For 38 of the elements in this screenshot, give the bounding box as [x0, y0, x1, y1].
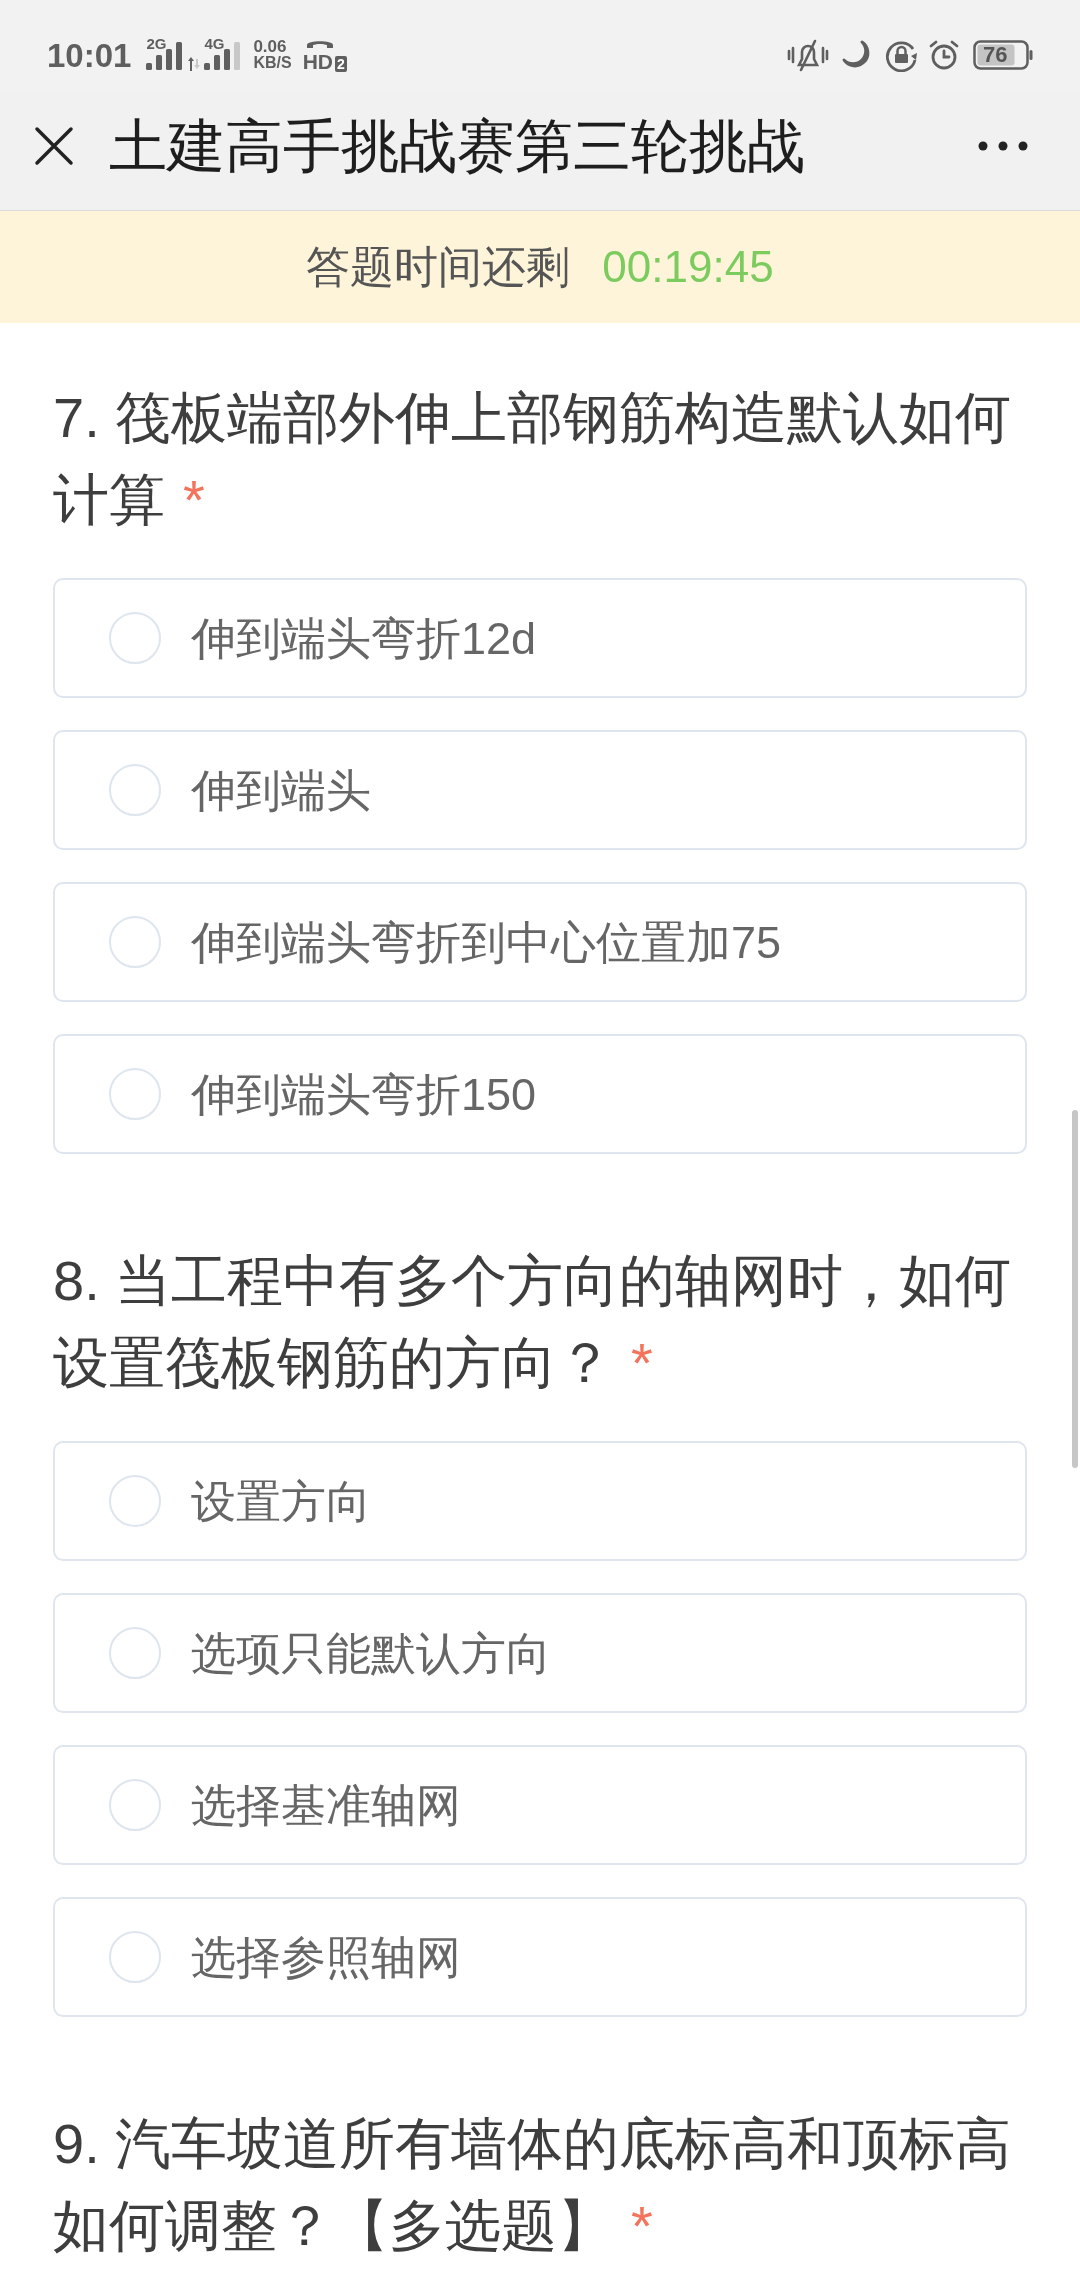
radio-button[interactable] [109, 1931, 161, 1983]
answer-option[interactable]: 伸到端头 [53, 730, 1027, 850]
radio-button[interactable] [109, 916, 161, 968]
battery-icon [973, 40, 1033, 70]
data-arrows-icon [188, 56, 201, 71]
answer-option[interactable]: 伸到端头弯折12d [53, 578, 1027, 698]
hd-sim-badge: 2 [335, 55, 347, 72]
network-type: 4G [204, 36, 225, 51]
answer-option[interactable]: 伸到端头弯折150 [53, 1034, 1027, 1154]
phone-handset-icon [304, 38, 335, 49]
network-speed: 0.06 [253, 39, 288, 55]
question-title: 7. 筏板端部外伸上部钢筋构造默认如何计算 * [53, 385, 1013, 533]
radio-button[interactable] [109, 612, 161, 664]
remaining-time: 00:19:45 [602, 245, 774, 289]
radio-button[interactable] [109, 764, 161, 816]
more-icon[interactable] [978, 141, 1028, 151]
radio-button[interactable] [109, 1779, 161, 1831]
radio-button[interactable] [109, 1627, 161, 1679]
radio-button[interactable] [109, 1068, 161, 1120]
alarm-clock-icon [928, 39, 960, 71]
close-icon[interactable] [34, 126, 74, 166]
answer-option[interactable]: 选择基准轴网 [53, 1745, 1027, 1865]
muted-bell-icon [787, 38, 829, 72]
clock-time: 10:01 [47, 38, 132, 72]
network-type: 2G [146, 36, 167, 51]
rotation-lock-icon [885, 38, 918, 72]
speed-unit: KB/S [253, 55, 292, 71]
timer-label: 答题时间还剩 [306, 245, 571, 289]
radio-button[interactable] [109, 1475, 161, 1527]
answer-option[interactable]: 选项只能默认方向 [53, 1593, 1027, 1713]
answer-option[interactable]: 设置方向 [53, 1441, 1027, 1561]
question-title: 8. 当工程中有多个方向的轴网时，如何设置筏板钢筋的方向？ * [53, 1248, 1013, 1396]
battery-percentage: 76 [983, 44, 1008, 66]
answer-option[interactable]: 选择参照轴网 [53, 1897, 1027, 2017]
answer-option[interactable]: 伸到端头弯折到中心位置加75 [53, 882, 1027, 1002]
page-title: 土建高手挑战赛第三轮挑战 [109, 117, 805, 175]
hd-label: HD [302, 50, 333, 72]
question-title: 9. 汽车坡道所有墙体的底标高和顶标高如何调整？【多选题】 * [53, 2111, 1013, 2259]
